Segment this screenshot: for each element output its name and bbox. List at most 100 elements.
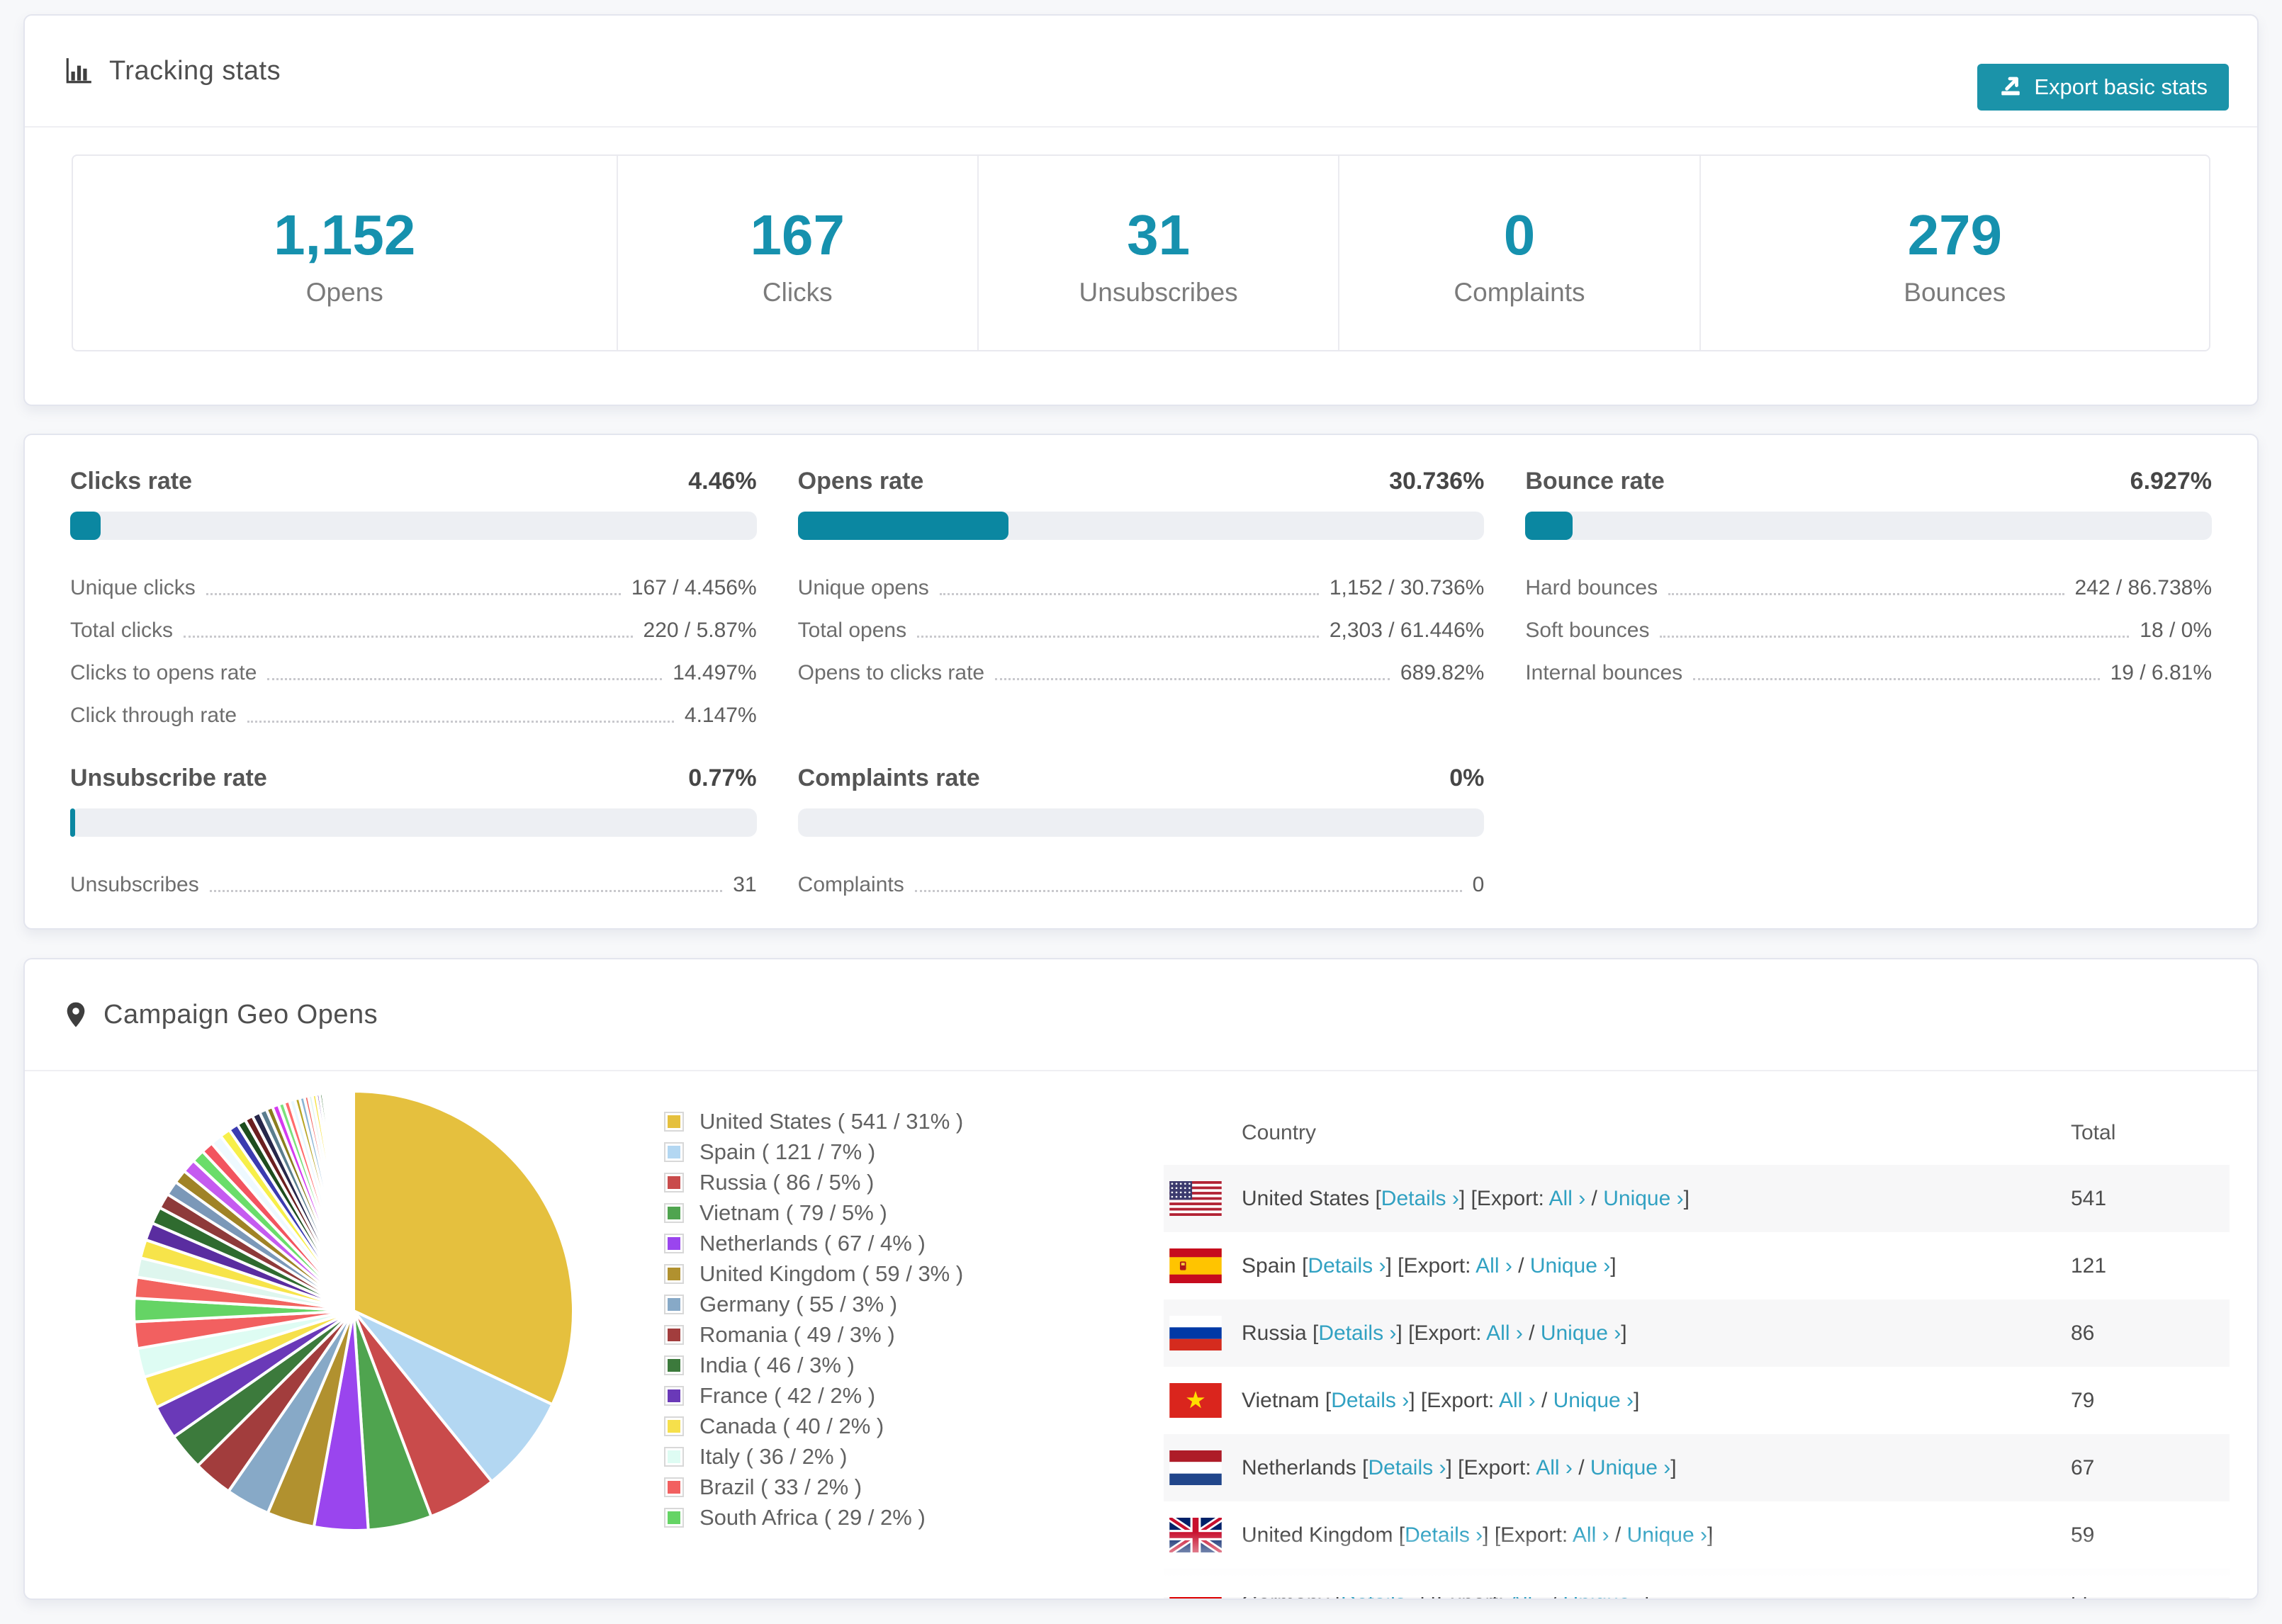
details-link-es[interactable]: Details › <box>1308 1254 1386 1278</box>
rate-block-bounce-rate: Bounce rate 6.927% Hard bounces 242 / 86.73… <box>1525 469 2212 727</box>
legend-item-brazil: Brazil ( 33 / 2% ) <box>664 1472 963 1502</box>
export-all-link-es[interactable]: All › <box>1476 1254 1512 1278</box>
details-link-us[interactable]: Details › <box>1381 1187 1459 1210</box>
legend-item-south-africa: South Africa ( 29 / 2% ) <box>664 1502 963 1533</box>
rate-row-label: Internal bounces <box>1525 661 1683 684</box>
dotted-leader <box>1660 636 2130 638</box>
map-pin-icon <box>64 999 88 1031</box>
country-cell: Vietnam [Details ›] [Export: All › / Uni… <box>1242 1388 1640 1412</box>
stat-label: Complaints <box>1454 277 1585 307</box>
stat-cell-clicks: 167 Clicks <box>618 156 979 350</box>
rate-row-label: Unsubscribes <box>70 873 199 896</box>
legend-swatch <box>664 1324 684 1345</box>
pie-legend: United States ( 541 / 31% ) Spain ( 121 /… <box>664 1106 963 1533</box>
export-all-link-nl[interactable]: All › <box>1536 1456 1573 1479</box>
progress-bar-track <box>70 808 757 837</box>
legend-item-germany: Germany ( 55 / 3% ) <box>664 1289 963 1319</box>
rate-row: Total opens 2,303 / 61.446% <box>798 599 1485 642</box>
details-link-nl[interactable]: Details › <box>1368 1456 1446 1479</box>
tracking-stats-panel: Tracking stats Export basic stats 1,152 O… <box>23 14 2259 406</box>
export-all-link-us[interactable]: All › <box>1549 1187 1586 1210</box>
total-cell: 86 <box>2071 1321 2095 1345</box>
progress-bar-track <box>797 512 1485 540</box>
legend-item-russia: Russia ( 86 / 5% ) <box>664 1167 963 1197</box>
rate-row: Unique opens 1,152 / 30.736% <box>798 557 1485 599</box>
export-unique-link-de[interactable]: Unique › <box>1563 1591 1643 1599</box>
legend-item-vietnam: Vietnam ( 79 / 5% ) <box>664 1197 963 1228</box>
export-unique-link-nl[interactable]: Unique › <box>1590 1456 1670 1479</box>
details-link-vn[interactable]: Details › <box>1331 1389 1409 1412</box>
export-unique-link-us[interactable]: Unique › <box>1603 1187 1683 1210</box>
progress-bar-track <box>70 512 757 540</box>
details-link-gb[interactable]: Details › <box>1405 1523 1483 1547</box>
rate-row-label: Unique clicks <box>70 576 196 599</box>
rate-row-value: 689.82% <box>1400 661 1485 684</box>
rate-title: Clicks rate <box>70 468 192 495</box>
country-cell: United Kingdom [Details ›] [Export: All … <box>1242 1523 1714 1547</box>
rate-row-label: Complaints <box>797 873 904 896</box>
geo-country-table: Country Total United States [Details ›] [… <box>1164 1101 2230 1599</box>
rate-value: 30.736% <box>1389 468 1485 495</box>
details-link-de[interactable]: Details › <box>1341 1591 1419 1599</box>
export-all-link-de[interactable]: All › <box>1509 1591 1546 1599</box>
export-all-link-gb[interactable]: All › <box>1573 1523 1609 1547</box>
rate-row: Opens to clicks rate 689.82% <box>798 642 1485 684</box>
gb-flag-icon <box>1169 1518 1222 1552</box>
country-cell: Netherlands [Details ›] [Export: All › /… <box>1242 1455 1677 1479</box>
legend-swatch <box>664 1416 684 1436</box>
legend-item-india: India ( 46 / 3% ) <box>664 1350 963 1380</box>
stat-value: 0 <box>1503 203 1536 266</box>
geo-opens-pie-chart <box>132 1089 575 1532</box>
legend-item-canada: Canada ( 40 / 2% ) <box>664 1411 963 1441</box>
rate-row-label: Opens to clicks rate <box>797 661 985 684</box>
legend-item-united-kingdom: United Kingdom ( 59 / 3% ) <box>664 1258 963 1289</box>
geo-table-row-de: Germany [Details ›] [Export: All › / Uni… <box>1164 1569 2230 1599</box>
rate-row-label: Soft bounces <box>1525 619 1650 642</box>
export-all-link-vn[interactable]: All › <box>1499 1389 1536 1412</box>
rate-row: Internal bounces 19 / 6.81% <box>1525 642 2212 684</box>
rate-block-clicks-rate: Clicks rate 4.46% Unique clicks 167 / 4.456… <box>70 469 757 727</box>
stat-value: 31 <box>1127 203 1191 266</box>
legend-item-spain: Spain ( 121 / 7% ) <box>664 1137 963 1167</box>
country-cell: United States [Details ›] [Export: All ›… <box>1242 1186 1690 1210</box>
legend-label: Russia ( 86 / 5% ) <box>699 1169 875 1195</box>
dotted-leader <box>206 593 621 595</box>
legend-swatch <box>664 1355 684 1375</box>
rate-row: Soft bounces 18 / 0% <box>1525 599 2212 642</box>
pie-slice <box>351 1089 355 1312</box>
rate-row: Total clicks 220 / 5.87% <box>70 599 757 642</box>
us-flag-icon <box>1169 1181 1222 1216</box>
legend-swatch <box>664 1141 684 1162</box>
progress-bar-track <box>1525 512 2212 540</box>
export-basic-stats-button[interactable]: Export basic stats <box>1977 64 2229 111</box>
geo-table-row-us: United States [Details ›] [Export: All ›… <box>1164 1165 2230 1232</box>
dotted-leader <box>209 890 723 892</box>
stat-label: Unsubscribes <box>1079 277 1238 307</box>
total-cell: 121 <box>2071 1253 2107 1278</box>
nl-flag-icon <box>1169 1450 1222 1485</box>
geo-table-row-gb: United Kingdom [Details ›] [Export: All … <box>1164 1501 2230 1569</box>
stat-value: 279 <box>1907 203 2003 266</box>
export-all-link-ru[interactable]: All › <box>1486 1321 1523 1345</box>
geo-opens-header: Campaign Geo Opens <box>25 959 2257 1071</box>
rate-row-label: Total opens <box>797 619 907 642</box>
rate-block-opens-rate: Opens rate 30.736% Unique opens 1,152 / 30.… <box>797 468 1485 727</box>
export-unique-link-ru[interactable]: Unique › <box>1541 1321 1621 1345</box>
details-link-ru[interactable]: Details › <box>1318 1321 1396 1345</box>
rate-value: 4.46% <box>688 468 757 495</box>
rates-grid: Clicks rate 4.46% Unique clicks 167 / 4.456… <box>25 435 2257 928</box>
rate-row-label: Click through rate <box>70 704 237 727</box>
legend-swatch <box>664 1263 684 1284</box>
export-unique-link-vn[interactable]: Unique › <box>1553 1389 1634 1412</box>
stat-label: Opens <box>305 277 383 307</box>
progress-bar-fill <box>1525 512 1573 540</box>
rate-row-value: 220 / 5.87% <box>643 619 757 642</box>
stat-cell-unsubscribes: 31 Unsubscribes <box>979 156 1340 350</box>
rate-row: Hard bounces 242 / 86.738% <box>1525 557 2212 599</box>
export-unique-link-gb[interactable]: Unique › <box>1627 1523 1707 1547</box>
export-unique-link-es[interactable]: Unique › <box>1530 1254 1610 1278</box>
legend-label: Netherlands ( 67 / 4% ) <box>699 1230 926 1256</box>
dotted-leader <box>939 593 1319 595</box>
ru-flag-icon <box>1169 1316 1222 1350</box>
geo-table-row-es: Spain [Details ›] [Export: All › / Uniqu… <box>1164 1232 2230 1299</box>
